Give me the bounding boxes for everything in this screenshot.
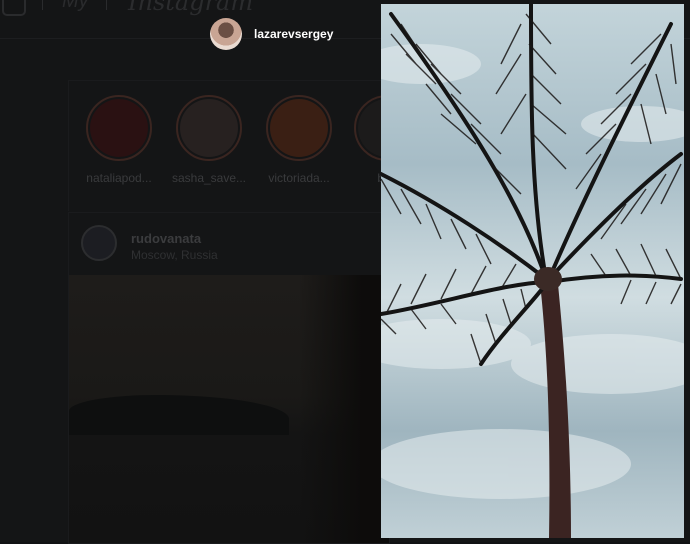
nav-divider bbox=[42, 0, 43, 10]
story-username[interactable]: lazarevsergey bbox=[254, 27, 333, 41]
story-ring bbox=[176, 95, 242, 161]
brand-logo: Instagram bbox=[128, 0, 254, 16]
palm-tree-image bbox=[381, 4, 684, 538]
story-media[interactable] bbox=[381, 4, 684, 538]
story-user-avatar[interactable] bbox=[210, 18, 242, 50]
story-item[interactable]: sasha_save... bbox=[169, 95, 249, 185]
post-image-hill bbox=[69, 395, 289, 435]
story-item[interactable]: nataliapod... bbox=[79, 95, 159, 185]
feed-post: rudovanata Moscow, Russia bbox=[68, 212, 390, 544]
camera-icon bbox=[2, 0, 26, 16]
nav-divider bbox=[106, 0, 107, 10]
story-ring bbox=[266, 95, 332, 161]
story-name: victoriada... bbox=[268, 171, 330, 185]
story-item[interactable]: victoriada... bbox=[259, 95, 339, 185]
post-image bbox=[69, 275, 389, 543]
story-avatar bbox=[270, 99, 328, 157]
story-name: sasha_save... bbox=[171, 171, 247, 185]
story-name: nataliapod... bbox=[86, 171, 152, 185]
story-avatar bbox=[180, 99, 238, 157]
post-image-shadow bbox=[299, 275, 389, 543]
story-avatar bbox=[90, 99, 148, 157]
post-avatar[interactable] bbox=[81, 225, 117, 261]
stories-tray: nataliapod... sasha_save... victoriada..… bbox=[68, 80, 420, 211]
post-username[interactable]: rudovanata bbox=[131, 231, 201, 246]
post-location[interactable]: Moscow, Russia bbox=[131, 248, 218, 262]
palm-crown bbox=[534, 267, 562, 291]
nav-word: My bbox=[62, 0, 89, 12]
story-ring bbox=[86, 95, 152, 161]
